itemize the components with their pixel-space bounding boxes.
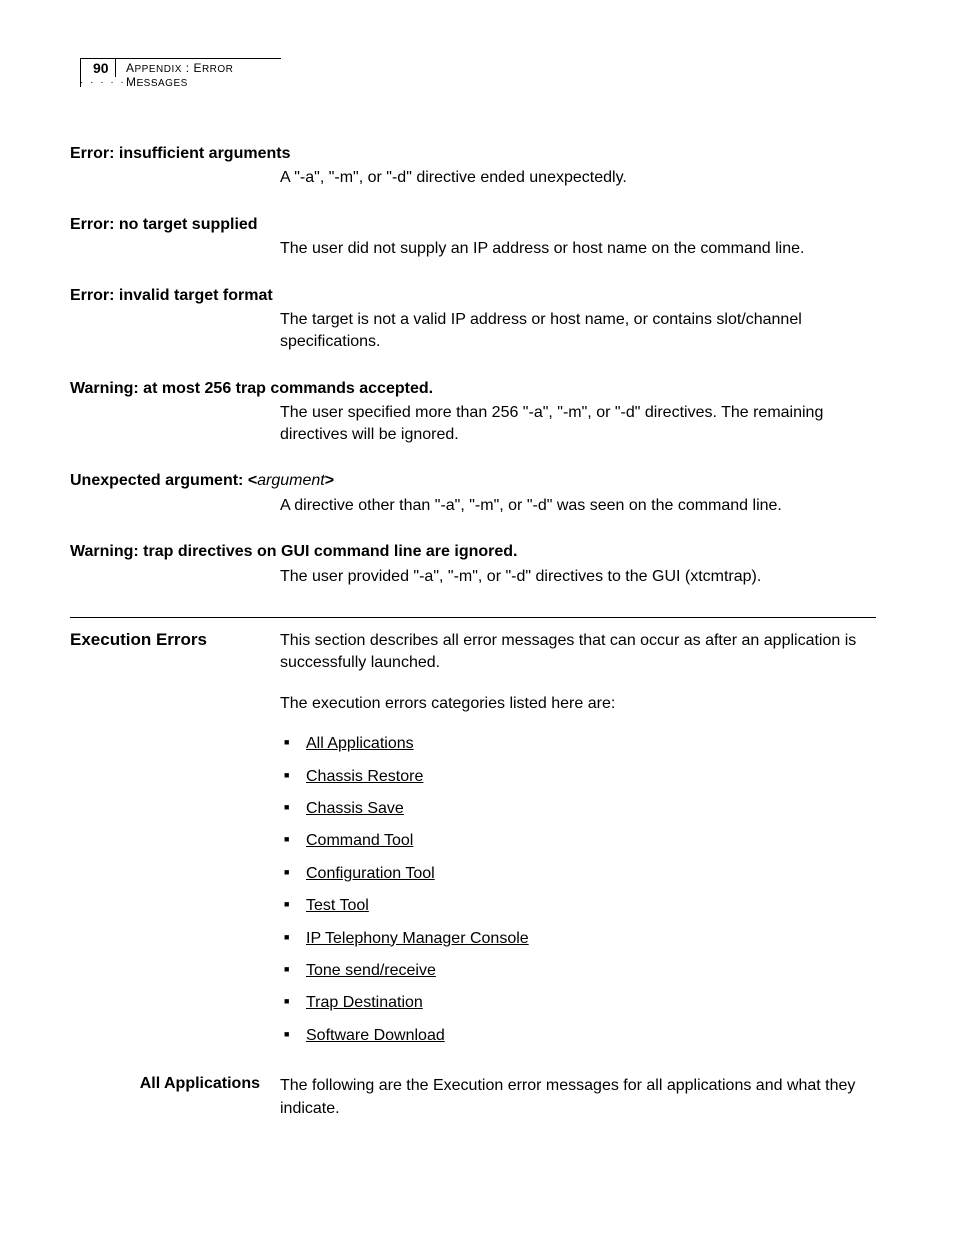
category-link-list: All Applications Chassis Restore Chassis…	[280, 733, 876, 1047]
entry-description: The user did not supply an IP address or…	[280, 238, 876, 260]
entry-title: Unexpected argument: <argument>	[70, 470, 876, 492]
entry-description: The target is not a valid IP address or …	[280, 309, 876, 352]
section-intro-paragraph: This section describes all error message…	[280, 630, 876, 675]
list-item: Tone send/receive	[280, 960, 876, 982]
link-chassis-restore[interactable]: Chassis Restore	[306, 768, 423, 785]
header-rule-box: 90 APPENDIX : ERROR MESSAGES · · · · · ·…	[80, 58, 281, 87]
page: 90 APPENDIX : ERROR MESSAGES · · · · · ·…	[0, 0, 954, 1235]
entry-title: Error: insufficient arguments	[70, 143, 876, 165]
list-item: Chassis Restore	[280, 766, 876, 788]
entry-title: Error: invalid target format	[70, 285, 876, 307]
error-entry: Error: no target supplied The user did n…	[70, 214, 876, 260]
link-test-tool[interactable]: Test Tool	[306, 897, 369, 914]
link-command-tool[interactable]: Command Tool	[306, 832, 413, 849]
link-chassis-save[interactable]: Chassis Save	[306, 800, 404, 817]
decorative-dots: · · · · · · · ·	[80, 77, 156, 88]
list-item: All Applications	[280, 733, 876, 755]
entry-description: A directive other than "-a", "-m", or "-…	[280, 495, 876, 517]
link-all-applications[interactable]: All Applications	[306, 735, 414, 752]
entry-description: The user specified more than 256 "-a", "…	[280, 402, 876, 445]
entry-title: Error: no target supplied	[70, 214, 876, 236]
section-row: Execution Errors This section describes …	[70, 630, 876, 1057]
page-number: 90	[93, 60, 109, 76]
list-item: Trap Destination	[280, 992, 876, 1014]
error-entry: Unexpected argument: <argument> A direct…	[70, 470, 876, 516]
section-intro-paragraph: The execution errors categories listed h…	[280, 693, 876, 715]
entry-description: A "-a", "-m", or "-d" directive ended un…	[280, 167, 876, 189]
list-item: Test Tool	[280, 895, 876, 917]
error-entry: Warning: at most 256 trap commands accep…	[70, 378, 876, 446]
content-area: Error: insufficient arguments A "-a", "-…	[70, 143, 876, 1120]
link-configuration-tool[interactable]: Configuration Tool	[306, 865, 435, 882]
error-entry: Error: insufficient arguments A "-a", "-…	[70, 143, 876, 189]
list-item: Software Download	[280, 1025, 876, 1047]
list-item: Command Tool	[280, 830, 876, 852]
list-item: Chassis Save	[280, 798, 876, 820]
link-software-download[interactable]: Software Download	[306, 1027, 445, 1044]
list-item: Configuration Tool	[280, 863, 876, 885]
section-divider	[70, 617, 876, 618]
entry-description: The user provided "-a", "-m", or "-d" di…	[280, 566, 876, 588]
error-entry: Warning: trap directives on GUI command …	[70, 541, 876, 587]
subsection-heading: All Applications	[70, 1075, 280, 1093]
section-body: This section describes all error message…	[280, 630, 876, 1057]
subsection-row: All Applications The following are the E…	[70, 1075, 876, 1120]
error-entry: Error: invalid target format The target …	[70, 285, 876, 353]
entry-title: Warning: trap directives on GUI command …	[70, 541, 876, 563]
page-number-box: 90	[93, 59, 116, 77]
list-item: IP Telephony Manager Console	[280, 928, 876, 950]
subsection-body: The following are the Execution error me…	[280, 1075, 876, 1120]
section-heading: Execution Errors	[70, 630, 280, 650]
link-tone-send-receive[interactable]: Tone send/receive	[306, 962, 436, 979]
link-trap-destination[interactable]: Trap Destination	[306, 994, 423, 1011]
page-header: 90 APPENDIX : ERROR MESSAGES · · · · · ·…	[80, 58, 876, 88]
entry-title: Warning: at most 256 trap commands accep…	[70, 378, 876, 400]
link-ip-telephony-manager-console[interactable]: IP Telephony Manager Console	[306, 930, 529, 947]
